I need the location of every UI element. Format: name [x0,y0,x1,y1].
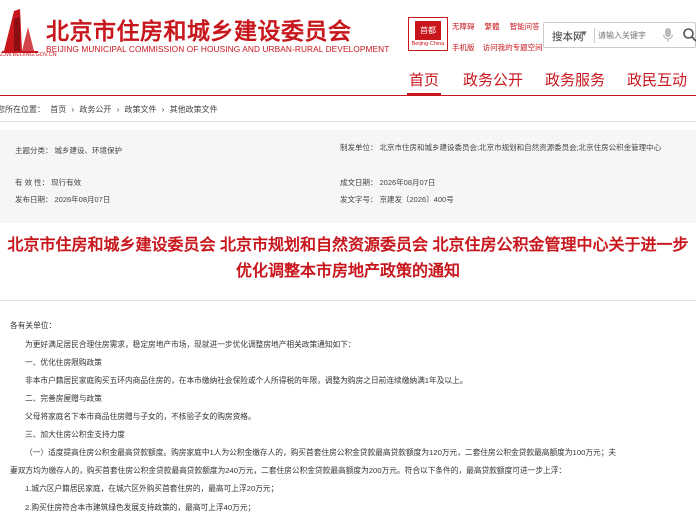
meta-validity: 有 效 性： 现行有效 [15,177,81,188]
meta-issuer: 制发单位： 北京市住房和城乡建设委员会;北京市规划和自然资源委员会;北京住房公积金… [340,141,670,155]
breadcrumb-policy-docs[interactable]: 政策文件 [125,105,157,114]
document-meta-panel: 主题分类： 城乡建设、环境保护 制发单位： 北京市住房和城乡建设委员会;北京市规划和… [0,130,696,223]
my-topic-space-link[interactable]: 访问我的专题空间 [483,43,543,52]
meta-created-label: 成文日期： [340,178,378,187]
title-divider [0,300,696,301]
beijing-badge[interactable]: 首都 Beijing·China [408,17,448,51]
accessibility-link[interactable]: 无障碍 [452,22,475,31]
breadcrumb-separator: › [116,105,120,114]
building-logo-icon[interactable] [0,5,42,57]
meta-docno-label: 发文字号： [340,195,378,204]
capital-gate-icon: 首都 [415,21,441,40]
meta-issuer-value: 北京市住房和城乡建设委员会;北京市规划和自然资源委员会;北京住房公积金管理中心 [379,143,662,152]
meta-created-value: 2026年08月07日 [379,178,436,187]
breadcrumb-home[interactable]: 首页 [50,105,66,114]
body-paragraph-continued: 妻双方均为缴存人的，购买首套住房公积金贷款最高贷款额度为240万元，二套住房公积… [10,466,567,475]
search-scope-select[interactable]: 搜本网 [552,29,584,44]
document-title-line2: 优化调整本市房地产政策的通知 [235,263,460,280]
meta-published-date: 发布日期： 2026年08月07日 [15,194,110,205]
body-list-item: 1.城六区户籍居民家庭，在城六区外购买首套住房的，最高可上浮20万元； [25,484,279,493]
body-paragraph: 为更好满足居民合理住房需求，稳定房地产市场，现就进一步优化调整房地产相关政策通知… [25,340,356,349]
breadcrumb-separator: › [71,105,75,114]
breadcrumb: 您所在位置： 首页 › 政务公开 › 政策文件 › 其他政策文件 [0,104,221,115]
nav-item-public-interaction[interactable]: 政民互动 [627,69,687,90]
meta-docno-value: 京建发〔2026〕400号 [379,195,454,204]
section-heading: 三、加大住房公积金支持力度 [25,430,125,439]
search-input[interactable] [598,27,660,43]
nav-item-gov-affairs-open[interactable]: 政务公开 [463,69,523,90]
org-name[interactable]: 北京市住房和城乡建设委员会 [46,12,352,46]
chevron-down-icon[interactable]: ▾ [582,28,587,39]
microphone-icon[interactable] [662,27,674,43]
search-box: 搜本网 ▾ [543,22,696,48]
top-links-row2: 手机版 访问我的专题空间 [452,42,549,53]
traditional-chinese-link[interactable]: 繁體 [485,22,500,31]
mobile-version-link[interactable]: 手机版 [452,43,475,52]
meta-validity-label: 有 效 性： [15,178,50,187]
nav-item-gov-services[interactable]: 政务服务 [545,69,605,90]
body-list-item: 2.购买住房符合本市建筑绿色发展支持政策的，最高可上浮40万元； [25,503,256,512]
section-heading: 一、优化住房限购政策 [25,358,102,367]
meta-validity-value: 现行有效 [51,178,82,187]
nav-item-home[interactable]: 首页 [406,69,442,96]
site-header: ZJW.BEIJING.GOV.CN 北京市住房和城乡建设委员会 BEIJING… [0,0,696,62]
salutation: 各有关单位： [10,321,57,330]
main-nav: 首页 政务公开 政务服务 政民互动 [0,62,696,96]
smart-qa-link[interactable]: 智能问答 [510,22,540,31]
meta-topic: 主题分类： 城乡建设、环境保护 [15,145,122,156]
top-links-row1: 无障碍 繁體 智能问答 [452,21,548,32]
meta-topic-value: 城乡建设、环境保护 [54,146,123,155]
body-paragraph: （一）适度提高住房公积金最高贷款额度。购房家庭中1人为公积金缴存人的，购买首套住… [25,448,617,457]
breadcrumb-prefix: 您所在位置： [0,105,45,114]
breadcrumb-other-policy-docs[interactable]: 其他政策文件 [170,105,218,114]
breadcrumb-separator: › [161,105,165,114]
search-icon[interactable] [682,27,696,43]
document-title: 北京市住房和城乡建设委员会 北京市规划和自然资源委员会 北京住房公积金管理中心关… [0,233,696,285]
nav-divider [0,95,696,96]
search-divider [594,28,595,43]
meta-published-value: 2026年08月07日 [54,195,111,204]
org-name-en: BEIJING MUNICIPAL COMMISSION OF HOUSING … [46,44,390,54]
meta-published-label: 发布日期： [15,195,53,204]
body-paragraph: 父母将家庭名下本市商品住房赠与子女的，不核验子女的购房资格。 [25,412,256,421]
badge-caption: Beijing·China [411,41,445,47]
section-heading: 二、完善房屋赠与政策 [25,394,102,403]
document-title-line1: 北京市住房和城乡建设委员会 北京市规划和自然资源委员会 北京住房公积金管理中心关… [7,237,689,254]
meta-doc-number: 发文字号： 京建发〔2026〕400号 [340,194,454,205]
meta-topic-label: 主题分类： [15,146,53,155]
body-paragraph: 非本市户籍居民家庭购买五环内商品住房的，在本市缴纳社会保险或个人所得税的年限，调… [25,376,468,385]
breadcrumb-divider [0,121,696,122]
breadcrumb-gov-affairs-open[interactable]: 政务公开 [79,105,111,114]
meta-created-date: 成文日期： 2026年08月07日 [340,177,435,188]
meta-issuer-label: 制发单位： [340,143,378,152]
